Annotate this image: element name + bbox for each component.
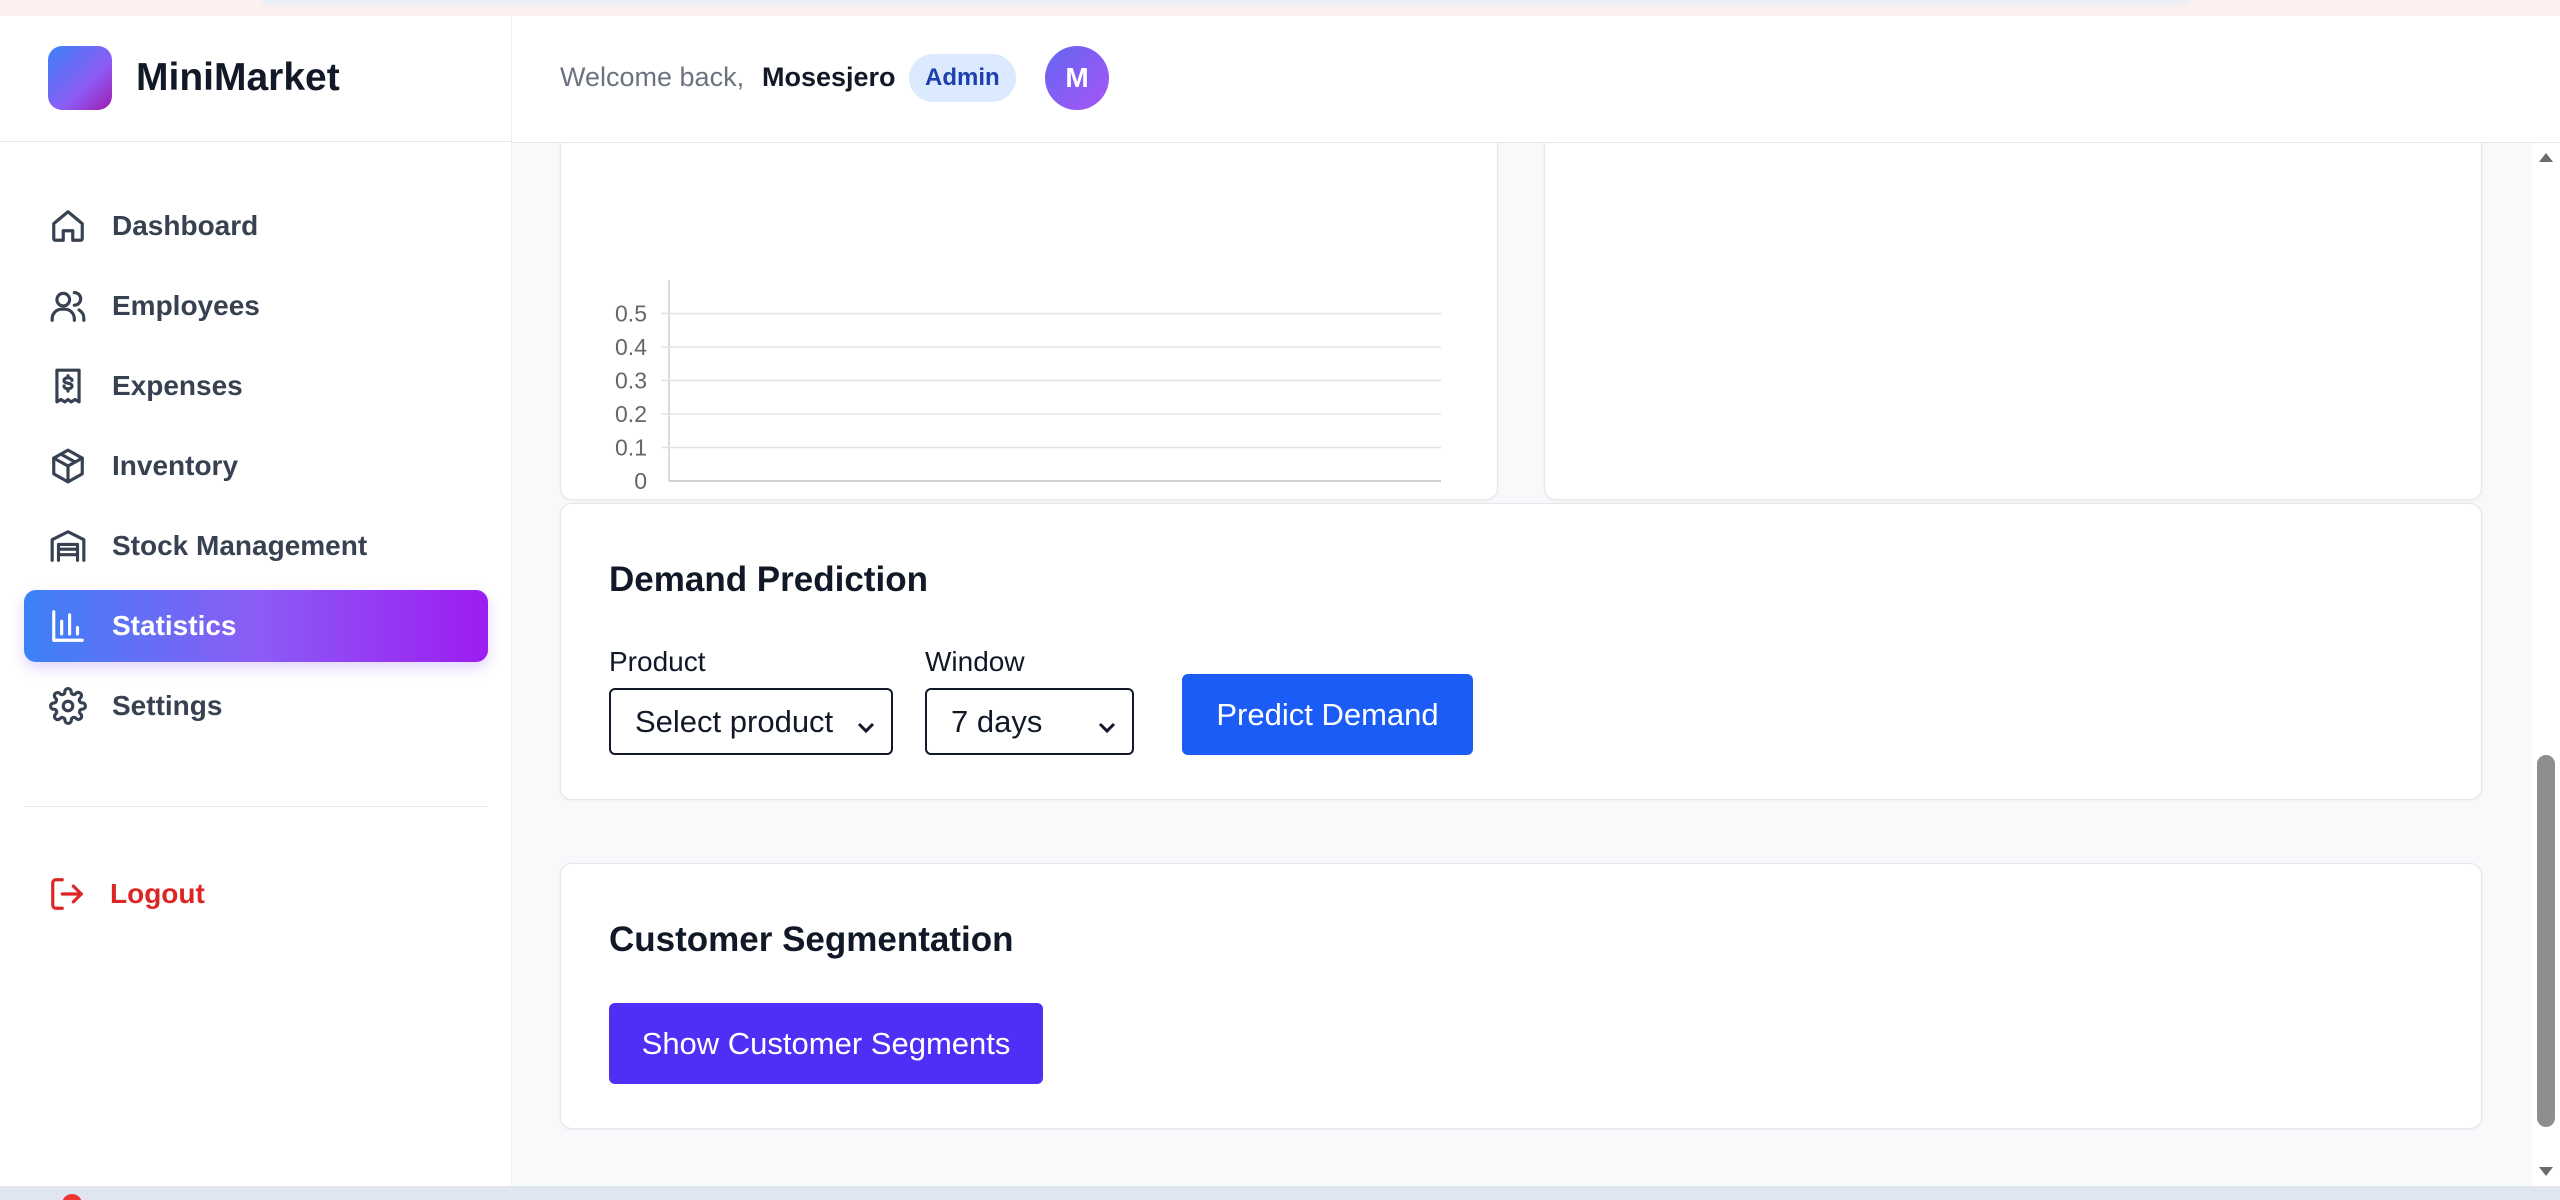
- logout-icon: [48, 875, 86, 913]
- browser-bottom-strip: [0, 1186, 2560, 1200]
- welcome-text: Welcome back,: [560, 62, 745, 92]
- users-icon: [48, 286, 88, 326]
- sidebar-item-stock-management[interactable]: Stock Management: [24, 510, 488, 582]
- customer-segmentation-card: Customer Segmentation Show Customer Segm…: [560, 863, 2482, 1129]
- y-tick-label: 0: [634, 468, 647, 494]
- chart-card-secondary: [1544, 143, 2482, 500]
- brand: MiniMarket: [0, 16, 512, 142]
- line-chart: 0 0.1 0.2 0.3 0.4 0.5: [615, 280, 1441, 494]
- sidebar-item-label: Statistics: [112, 610, 237, 641]
- demand-prediction-title: Demand Prediction: [609, 560, 928, 599]
- y-tick-label: 0.3: [615, 368, 647, 394]
- avatar[interactable]: M: [1045, 46, 1109, 110]
- product-select[interactable]: Select product: [609, 688, 893, 755]
- sidebar: MiniMarket Dashboard Employees Expenses …: [0, 16, 512, 1186]
- chevron-down-icon: [1096, 710, 1118, 734]
- y-tick-label: 0.4: [615, 334, 647, 360]
- y-tick-label: 0.5: [615, 301, 647, 327]
- chart-card: 0 0.1 0.2 0.3 0.4 0.5: [560, 143, 1498, 500]
- app-logo: [48, 46, 112, 110]
- username: Mosesjero: [762, 62, 896, 92]
- y-tick-label: 0.1: [615, 435, 647, 461]
- sidebar-item-statistics[interactable]: Statistics: [24, 590, 488, 662]
- sidebar-divider: [24, 806, 488, 807]
- product-select-value: Select product: [635, 703, 834, 739]
- package-icon: [48, 446, 88, 486]
- window-select-value: 7 days: [951, 703, 1043, 739]
- bar-chart-icon: [48, 606, 88, 646]
- sidebar-item-expenses[interactable]: Expenses: [24, 350, 488, 422]
- logout-label: Logout: [110, 878, 205, 909]
- scroll-up-icon[interactable]: [2538, 151, 2554, 163]
- customer-segmentation-title: Customer Segmentation: [609, 920, 1014, 959]
- chevron-down-icon: [855, 710, 877, 734]
- sidebar-nav: Dashboard Employees Expenses Inventory S…: [24, 190, 488, 750]
- sidebar-item-label: Settings: [112, 690, 223, 721]
- app-name: MiniMarket: [136, 56, 340, 99]
- sidebar-item-inventory[interactable]: Inventory: [24, 430, 488, 502]
- gear-icon: [48, 686, 88, 726]
- scroll-down-icon[interactable]: [2538, 1166, 2554, 1178]
- sidebar-item-settings[interactable]: Settings: [24, 670, 488, 742]
- window-select[interactable]: 7 days: [925, 688, 1134, 755]
- home-icon: [48, 206, 88, 246]
- sidebar-item-employees[interactable]: Employees: [24, 270, 488, 342]
- predict-demand-button[interactable]: Predict Demand: [1182, 674, 1473, 755]
- window-label: Window: [925, 646, 1025, 677]
- role-badge: Admin: [909, 54, 1016, 102]
- sidebar-item-label: Inventory: [112, 450, 239, 481]
- y-tick-label: 0.2: [615, 401, 647, 427]
- logout-button[interactable]: Logout: [24, 858, 488, 930]
- show-customer-segments-button[interactable]: Show Customer Segments: [609, 1003, 1043, 1084]
- demand-prediction-card: Demand Prediction Product Select product…: [560, 503, 2482, 800]
- product-label: Product: [609, 646, 706, 677]
- sidebar-item-dashboard[interactable]: Dashboard: [24, 190, 488, 262]
- sidebar-item-label: Expenses: [112, 370, 243, 401]
- sidebar-item-label: Stock Management: [112, 530, 368, 561]
- warehouse-icon: [48, 526, 88, 566]
- sidebar-item-label: Dashboard: [112, 210, 259, 241]
- browser-top-strip: [0, 0, 2560, 16]
- receipt-dollar-icon: [48, 366, 88, 406]
- scrollbar-thumb[interactable]: [2537, 755, 2555, 1127]
- page-scrollbar[interactable]: [2532, 143, 2560, 1186]
- sidebar-item-label: Employees: [112, 290, 260, 321]
- top-header: Welcome back, Mosesjero Admin M: [512, 16, 2560, 143]
- main-content: 0 0.1 0.2 0.3 0.4 0.5 Demand Prediction Produ…: [512, 143, 2532, 1186]
